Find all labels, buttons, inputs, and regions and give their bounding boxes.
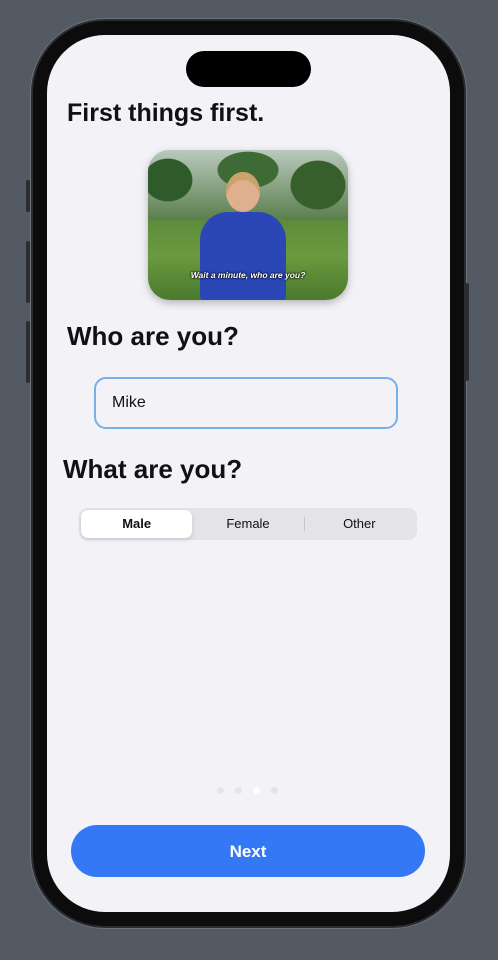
dynamic-island: [186, 51, 311, 87]
phone-frame: First things first. Wait a minute, who a…: [26, 21, 469, 926]
page-indicator[interactable]: [217, 787, 278, 794]
screen: First things first. Wait a minute, who a…: [47, 35, 450, 912]
next-button[interactable]: Next: [71, 825, 425, 877]
action-button: [26, 180, 30, 212]
segment-other[interactable]: Other: [303, 510, 415, 538]
who-are-you-gif: Wait a minute, who are you?: [148, 150, 348, 300]
page-title: First things first.: [67, 99, 265, 127]
segment-female[interactable]: Female: [192, 510, 303, 538]
segment-male[interactable]: Male: [81, 510, 193, 538]
gif-caption: Wait a minute, who are you?: [190, 270, 306, 280]
page-dot-current[interactable]: [253, 787, 260, 794]
who-heading: Who are you?: [67, 321, 239, 351]
volume-up-button: [26, 241, 30, 303]
page-dot[interactable]: [271, 787, 278, 794]
page-dot[interactable]: [217, 787, 224, 794]
gender-segmented-control[interactable]: Male Female Other: [79, 508, 417, 540]
what-heading: What are you?: [63, 454, 243, 484]
name-input[interactable]: [94, 377, 398, 429]
page-dot[interactable]: [235, 787, 242, 794]
volume-down-button: [26, 321, 30, 383]
power-button: [465, 283, 469, 381]
